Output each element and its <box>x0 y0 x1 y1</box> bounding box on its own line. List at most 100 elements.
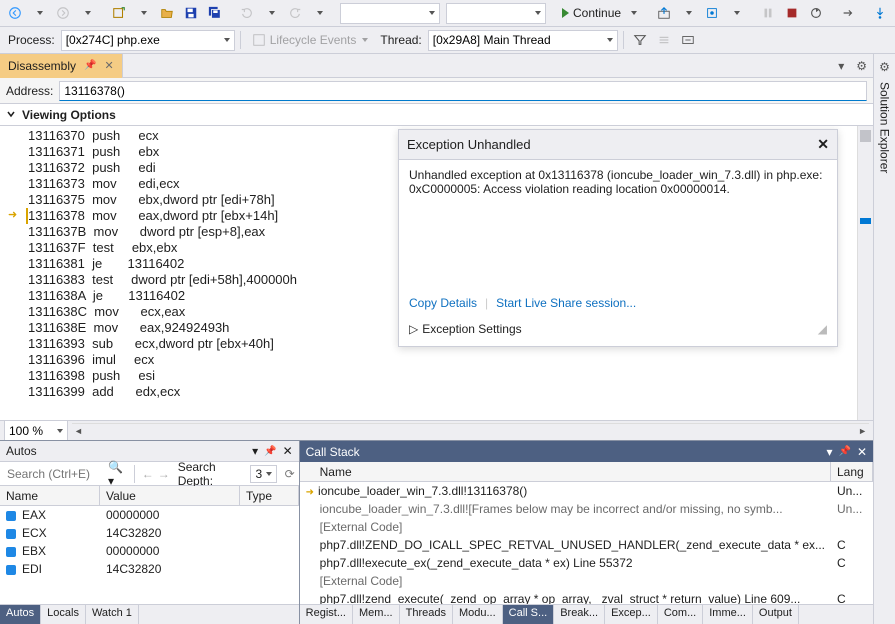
callstack-row[interactable]: [External Code] <box>300 572 873 590</box>
deploy-dropdown[interactable] <box>677 2 699 24</box>
callstack-tab[interactable]: Threads <box>400 605 453 624</box>
redo-dropdown[interactable] <box>308 2 330 24</box>
process-combo[interactable] <box>61 30 235 51</box>
callstack-tab[interactable]: Break... <box>554 605 605 624</box>
callstack-tab[interactable]: Regist... <box>300 605 353 624</box>
close-icon[interactable]: ✕ <box>283 444 293 458</box>
start-liveshare-link[interactable]: Start Live Share session... <box>496 296 636 310</box>
nav-back-icon[interactable]: ← <box>142 467 154 481</box>
close-icon[interactable]: ✕ <box>104 59 113 72</box>
search-icon[interactable]: 🔍▾ <box>108 460 127 488</box>
stop-button[interactable] <box>781 2 803 24</box>
gear-icon[interactable]: ⚙ <box>850 59 873 73</box>
callstack-row[interactable]: php7.dll!execute_ex(_zend_execute_data *… <box>300 554 873 572</box>
process-input[interactable] <box>66 33 222 47</box>
callstack-row[interactable]: php7.dll!zend_execute(_zend_op_array * o… <box>300 590 873 604</box>
callstack-tab[interactable]: Output <box>753 605 799 624</box>
filter-icon[interactable] <box>629 29 651 51</box>
save-button[interactable] <box>180 2 202 24</box>
col-value[interactable]: Value <box>100 486 240 505</box>
stack-frame-button[interactable] <box>653 29 675 51</box>
callstack-row[interactable]: php7.dll!ZEND_DO_ICALL_SPEC_RETVAL_UNUSE… <box>300 536 873 554</box>
show-next-button[interactable] <box>837 2 859 24</box>
col-name[interactable]: Name <box>300 462 831 481</box>
address-input[interactable] <box>59 81 867 101</box>
col-name[interactable]: Name <box>0 486 100 505</box>
callstack-grid-body: ➜ioncube_loader_win_7.3.dll!13116378()Un… <box>300 482 873 604</box>
resize-grip-icon[interactable]: ◢ <box>818 322 827 336</box>
hotreload-dropdown[interactable] <box>725 2 747 24</box>
search-depth-combo[interactable]: 3 <box>250 465 276 483</box>
col-type[interactable]: Type <box>240 486 299 505</box>
pin-icon[interactable]: 📌 <box>264 446 276 457</box>
gear-icon[interactable]: ⚙ <box>879 60 890 74</box>
nav-back-dropdown[interactable] <box>28 2 50 24</box>
thread-input[interactable] <box>433 33 605 47</box>
callstack-tab[interactable]: Mem... <box>353 605 400 624</box>
undo-dropdown[interactable] <box>260 2 282 24</box>
callstack-tab[interactable]: Com... <box>658 605 703 624</box>
callstack-header[interactable]: Call Stack ▾📌✕ <box>300 441 873 462</box>
disasm-line[interactable]: 13116399 add edx,ecx <box>28 384 873 400</box>
callstack-tab[interactable]: Imme... <box>703 605 753 624</box>
undo-button[interactable] <box>236 2 258 24</box>
solution-platform-input[interactable] <box>451 6 533 20</box>
solution-config-combo[interactable] <box>340 3 440 24</box>
viewing-options-header[interactable]: Viewing Options <box>0 104 873 126</box>
callstack-row[interactable]: ioncube_loader_win_7.3.dll![Frames below… <box>300 500 873 518</box>
disasm-line[interactable]: 13116396 imul ecx <box>28 352 873 368</box>
disasm-line[interactable]: 13116398 push esi <box>28 368 873 384</box>
window-dropdown-icon[interactable]: ▾ <box>826 445 832 459</box>
callstack-tab[interactable]: Excep... <box>605 605 658 624</box>
callstack-tab[interactable]: Modu... <box>453 605 503 624</box>
refresh-icon[interactable]: ⟳ <box>285 467 295 481</box>
save-all-button[interactable] <box>204 2 226 24</box>
pin-icon[interactable]: 📌 <box>84 60 96 71</box>
step-into-button[interactable] <box>869 2 891 24</box>
solution-platform-combo[interactable] <box>446 3 546 24</box>
nav-forward-dropdown[interactable] <box>76 2 98 24</box>
autos-toggle-icon[interactable] <box>677 29 699 51</box>
redo-button[interactable] <box>284 2 306 24</box>
autos-row[interactable]: EDI14C32820 <box>0 560 299 578</box>
close-icon[interactable]: ✕ <box>817 136 829 153</box>
restart-button[interactable] <box>805 2 827 24</box>
thread-combo[interactable] <box>428 30 618 51</box>
hotreload-button[interactable] <box>701 2 723 24</box>
col-lang[interactable]: Lang <box>831 462 873 481</box>
continue-button[interactable]: Continue <box>556 2 643 24</box>
zoom-combo[interactable] <box>4 420 68 441</box>
pin-icon[interactable]: 📌 <box>838 446 850 457</box>
nav-forward-button[interactable] <box>52 2 74 24</box>
exception-settings-toggle[interactable]: ▷ Exception Settings ◢ <box>399 316 837 346</box>
nav-forward-icon[interactable]: → <box>158 467 170 481</box>
zoom-input[interactable] <box>9 424 55 438</box>
solution-config-input[interactable] <box>345 6 427 20</box>
horizontal-scrollbar[interactable]: ◄► <box>72 423 869 439</box>
autos-header[interactable]: Autos ▾📌✕ <box>0 441 299 462</box>
new-project-dropdown[interactable] <box>132 2 154 24</box>
deploy-button[interactable] <box>653 2 675 24</box>
window-dropdown-icon[interactable]: ▾ <box>252 444 258 458</box>
lifecycle-button[interactable]: Lifecycle Events <box>246 29 375 51</box>
callstack-tab[interactable]: Call S... <box>503 605 555 624</box>
copy-details-link[interactable]: Copy Details <box>409 296 477 310</box>
autos-tab[interactable]: Watch 1 <box>86 605 139 624</box>
callstack-row[interactable]: ➜ioncube_loader_win_7.3.dll!13116378()Un… <box>300 482 873 500</box>
autos-row[interactable]: EBX00000000 <box>0 542 299 560</box>
autos-row[interactable]: EAX00000000 <box>0 506 299 524</box>
pause-button[interactable] <box>757 2 779 24</box>
callstack-row[interactable]: [External Code] <box>300 518 873 536</box>
nav-back-button[interactable] <box>4 2 26 24</box>
autos-tab[interactable]: Autos <box>0 605 41 624</box>
autos-tab[interactable]: Locals <box>41 605 86 624</box>
tab-list-dropdown[interactable]: ▾ <box>832 59 850 73</box>
search-input[interactable] <box>4 465 104 483</box>
close-icon[interactable]: ✕ <box>857 445 867 459</box>
open-button[interactable] <box>156 2 178 24</box>
new-project-button[interactable] <box>108 2 130 24</box>
solution-explorer-tab[interactable]: Solution Explorer <box>878 82 892 173</box>
vertical-scrollbar[interactable] <box>857 126 873 420</box>
autos-row[interactable]: ECX14C32820 <box>0 524 299 542</box>
tab-disassembly[interactable]: Disassembly 📌 ✕ <box>0 54 123 78</box>
